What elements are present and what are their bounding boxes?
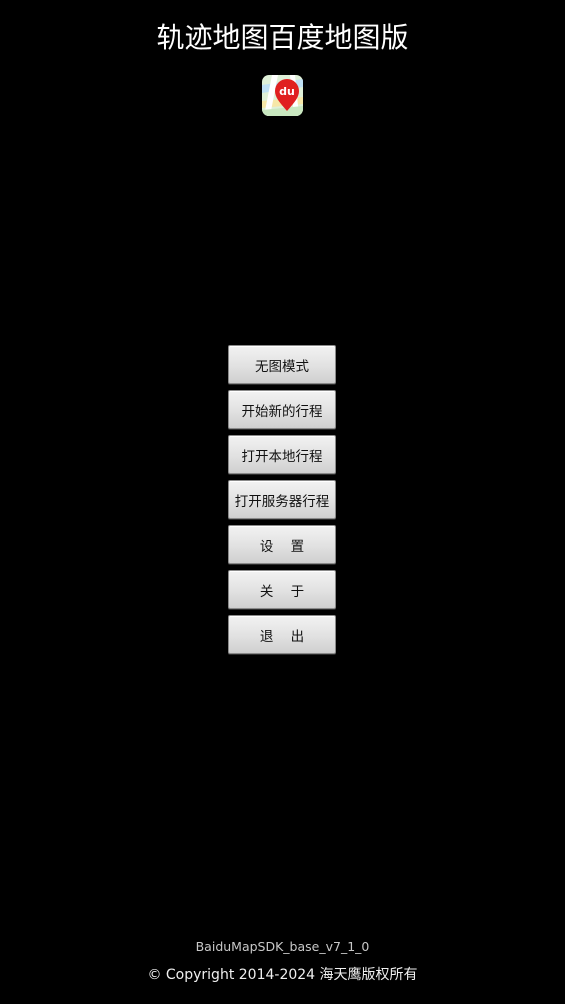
no-map-mode-button[interactable]: 无图模式 [228, 345, 336, 384]
settings-button[interactable]: 设 置 [228, 525, 336, 564]
logo-text: du [279, 85, 295, 98]
copyright-label: © Copyright 2014-2024 海天鹰版权所有 [147, 967, 418, 983]
open-server-trip-button[interactable]: 打开服务器行程 [228, 480, 336, 519]
open-local-trip-button[interactable]: 打开本地行程 [228, 435, 336, 474]
baidu-map-logo-icon: du [262, 75, 303, 116]
about-button[interactable]: 关 于 [228, 570, 336, 609]
sdk-version-label: BaiduMapSDK_base_v7_1_0 [195, 939, 370, 954]
app-title: 轨迹地图百度地图版 [156, 21, 409, 54]
exit-button[interactable]: 退 出 [228, 615, 336, 654]
start-new-trip-button[interactable]: 开始新的行程 [228, 390, 336, 429]
main-menu: 无图模式 开始新的行程 打开本地行程 打开服务器行程 设 置 关 于 退 出 [228, 345, 336, 660]
